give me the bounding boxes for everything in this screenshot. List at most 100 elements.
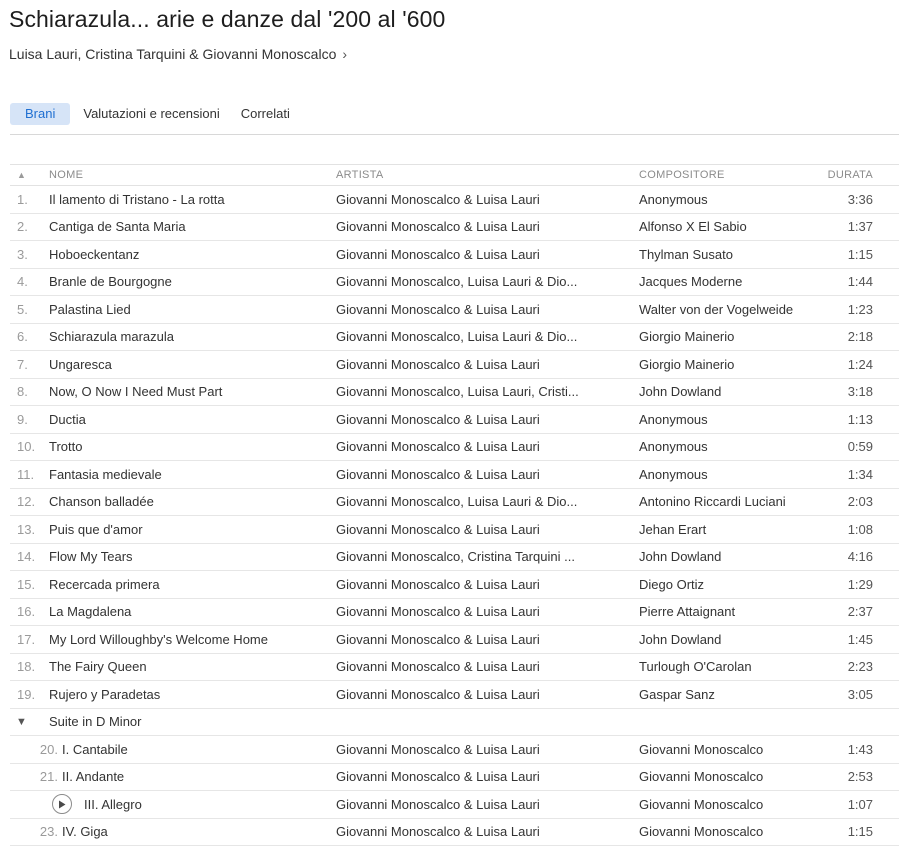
track-number: 3. [17,246,28,262]
table-row[interactable]: 18. The Fairy Queen Giovanni Monoscalco & … [10,654,899,681]
track-composer: Jacques Moderne [639,274,743,290]
sort-ascending-icon[interactable]: ▲ [10,170,49,180]
tab-brani[interactable]: Brani [10,103,71,125]
table-row[interactable]: 7. Ungaresca Giovanni Monoscalco & Luisa L… [10,351,899,379]
track-composer: Walter von der Vogelweide [639,301,794,317]
track-composer: Alfonso X El Sabio [639,219,747,235]
track-composer: Giovanni Monoscalco [639,741,764,757]
track-composer: Antonino Riccardi Luciani [639,494,786,510]
track-name: La Magdalena [49,604,132,620]
table-row[interactable]: 14. Flow My Tears Giovanni Monoscalco, Cri… [10,544,899,571]
track-duration: 3:18 [847,384,873,400]
table-row[interactable]: 17. My Lord Willoughby's Welcome Home Giov… [10,626,899,654]
table-row[interactable]: 3. Hoboeckentanz Giovanni Monoscalco & Lui… [10,241,899,269]
track-artist: Giovanni Monoscalco & Luisa Lauri [336,769,540,785]
track-artist: Giovanni Monoscalco & Luisa Lauri [336,686,540,702]
column-header-name[interactable]: NOME [49,169,336,181]
track-composer: Jehan Erart [639,521,707,537]
tab-reviews[interactable]: Valutazioni e recensioni [75,103,227,125]
track-duration: 2:18 [847,329,873,345]
track-composer: Anonymous [639,411,708,427]
table-row[interactable]: 5. Palastina Lied Giovanni Monoscalco & Lu… [10,296,899,324]
track-duration: 1:29 [847,576,873,592]
track-artist: Giovanni Monoscalco, Luisa Lauri & Dio..… [336,329,578,345]
track-artist: Giovanni Monoscalco, Luisa Lauri & Dio..… [336,494,578,510]
track-name: Now, O Now I Need Must Part [49,384,223,400]
table-row[interactable]: 21. II. Andante Giovanni Monoscalco & Luis… [10,764,899,791]
track-artist: Giovanni Monoscalco & Luisa Lauri [336,796,540,812]
track-duration: 1:07 [847,796,873,812]
table-row[interactable]: 19. Rujero y Paradetas Giovanni Monoscalco… [10,681,899,709]
track-name: Rujero y Paradetas [49,686,161,702]
track-duration: 1:24 [847,356,873,372]
table-row[interactable]: 23. IV. Giga Giovanni Monoscalco & Luisa L… [10,819,899,846]
table-row[interactable]: 12. Chanson balladée Giovanni Monoscalco, … [10,489,899,516]
track-name-cell: 23. IV. Giga [10,824,336,839]
track-number: 13. [17,521,36,537]
track-artist: Giovanni Monoscalco & Luisa Lauri [336,411,540,427]
table-body: 1. Il lamento di Tristano - La rotta Giova… [10,186,899,846]
track-composer: Thylman Susato [639,246,733,262]
track-duration: 1:43 [847,741,873,757]
table-row[interactable]: 16. La Magdalena Giovanni Monoscalco & Lui… [10,599,899,626]
column-header-duration[interactable]: DURATA [819,169,873,181]
track-artist: Giovanni Monoscalco & Luisa Lauri [336,439,540,455]
table-row[interactable]: 15. Recercada primera Giovanni Monoscalco … [10,571,899,599]
track-artist: Giovanni Monoscalco, Cristina Tarquini .… [336,549,575,565]
track-composer: Anonymous [639,439,708,455]
track-artist: Giovanni Monoscalco & Luisa Lauri [336,604,540,620]
tab-related[interactable]: Correlati [233,103,298,125]
table-row[interactable]: 10. Trotto Giovanni Monoscalco & Luisa Lau… [10,434,899,461]
track-number: 11. [17,466,35,482]
track-composer: Anonymous [639,466,708,482]
table-row[interactable]: 6. Schiarazula marazula Giovanni Monoscalc… [10,324,899,351]
track-number: 10. [17,439,36,455]
track-name-cell: 21. II. Andante [10,769,336,784]
table-row[interactable]: 11. Fantasia medievale Giovanni Monoscalco… [10,461,899,489]
track-duration: 2:37 [847,604,873,620]
track-duration: 1:08 [847,521,873,537]
track-composer: Giorgio Mainerio [639,356,735,372]
table-row[interactable]: 20. I. Cantabile Giovanni Monoscalco & Lui… [10,736,899,764]
track-name-cell: 20. I. Cantabile [10,742,336,757]
track-composer: Gaspar Sanz [639,686,715,702]
column-header-artist[interactable]: ARTISTA [336,169,639,181]
track-artist: Giovanni Monoscalco, Luisa Lauri, Cristi… [336,384,579,400]
track-number: 18. [17,659,36,675]
track-name: Ductia [49,411,86,427]
track-name: Schiarazula marazula [49,329,175,345]
track-number: 21. [39,769,58,785]
track-name: Branle de Bourgogne [49,274,172,290]
track-duration: 1:13 [847,411,873,427]
track-artist: Giovanni Monoscalco & Luisa Lauri [336,576,540,592]
table-row[interactable]: 4. Branle de Bourgogne Giovanni Monoscalco… [10,269,899,296]
table-row[interactable]: 1. Il lamento di Tristano - La rotta Giova… [10,186,899,214]
disclosure-triangle-icon[interactable]: ▼ [10,716,49,728]
track-duration: 4:16 [847,549,873,565]
track-duration: 1:15 [847,246,873,262]
tab-bar: Brani Valutazioni e recensioni Correlati [10,103,303,125]
track-composer: John Dowland [639,549,722,565]
track-composer: Anonymous [639,191,708,207]
play-circle-icon[interactable] [52,794,72,815]
table-row[interactable]: 13. Puis que d'amor Giovanni Monoscalco & … [10,516,899,544]
track-duration: 1:44 [847,274,873,290]
track-composer: Giorgio Mainerio [639,329,735,345]
track-number: 6. [17,329,28,345]
track-composer: Giovanni Monoscalco [639,796,764,812]
track-name: The Fairy Queen [49,659,147,675]
album-artist-link[interactable]: Luisa Lauri, Cristina Tarquini & Giovann… [9,46,347,62]
track-name: Cantiga de Santa Maria [49,219,186,235]
track-number: 4. [17,274,28,290]
track-number: 12. [17,494,36,510]
column-header-composer[interactable]: COMPOSITORE [639,169,819,181]
table-row[interactable]: 2. Cantiga de Santa Maria Giovanni Monosca… [10,214,899,241]
table-row[interactable]: III. Allegro Giovanni Monoscalco & Luisa … [10,791,899,819]
track-name: Palastina Lied [49,301,131,317]
track-composer: Pierre Attaignant [639,604,736,620]
suite-group-row[interactable]: ▼ Suite in D Minor [10,709,899,736]
table-row[interactable]: 8. Now, O Now I Need Must Part Giovanni Mo… [10,379,899,406]
track-artist: Giovanni Monoscalco, Luisa Lauri & Dio..… [336,274,578,290]
track-name: Fantasia medievale [49,466,162,482]
table-row[interactable]: 9. Ductia Giovanni Monoscalco & Luisa Laur… [10,406,899,434]
